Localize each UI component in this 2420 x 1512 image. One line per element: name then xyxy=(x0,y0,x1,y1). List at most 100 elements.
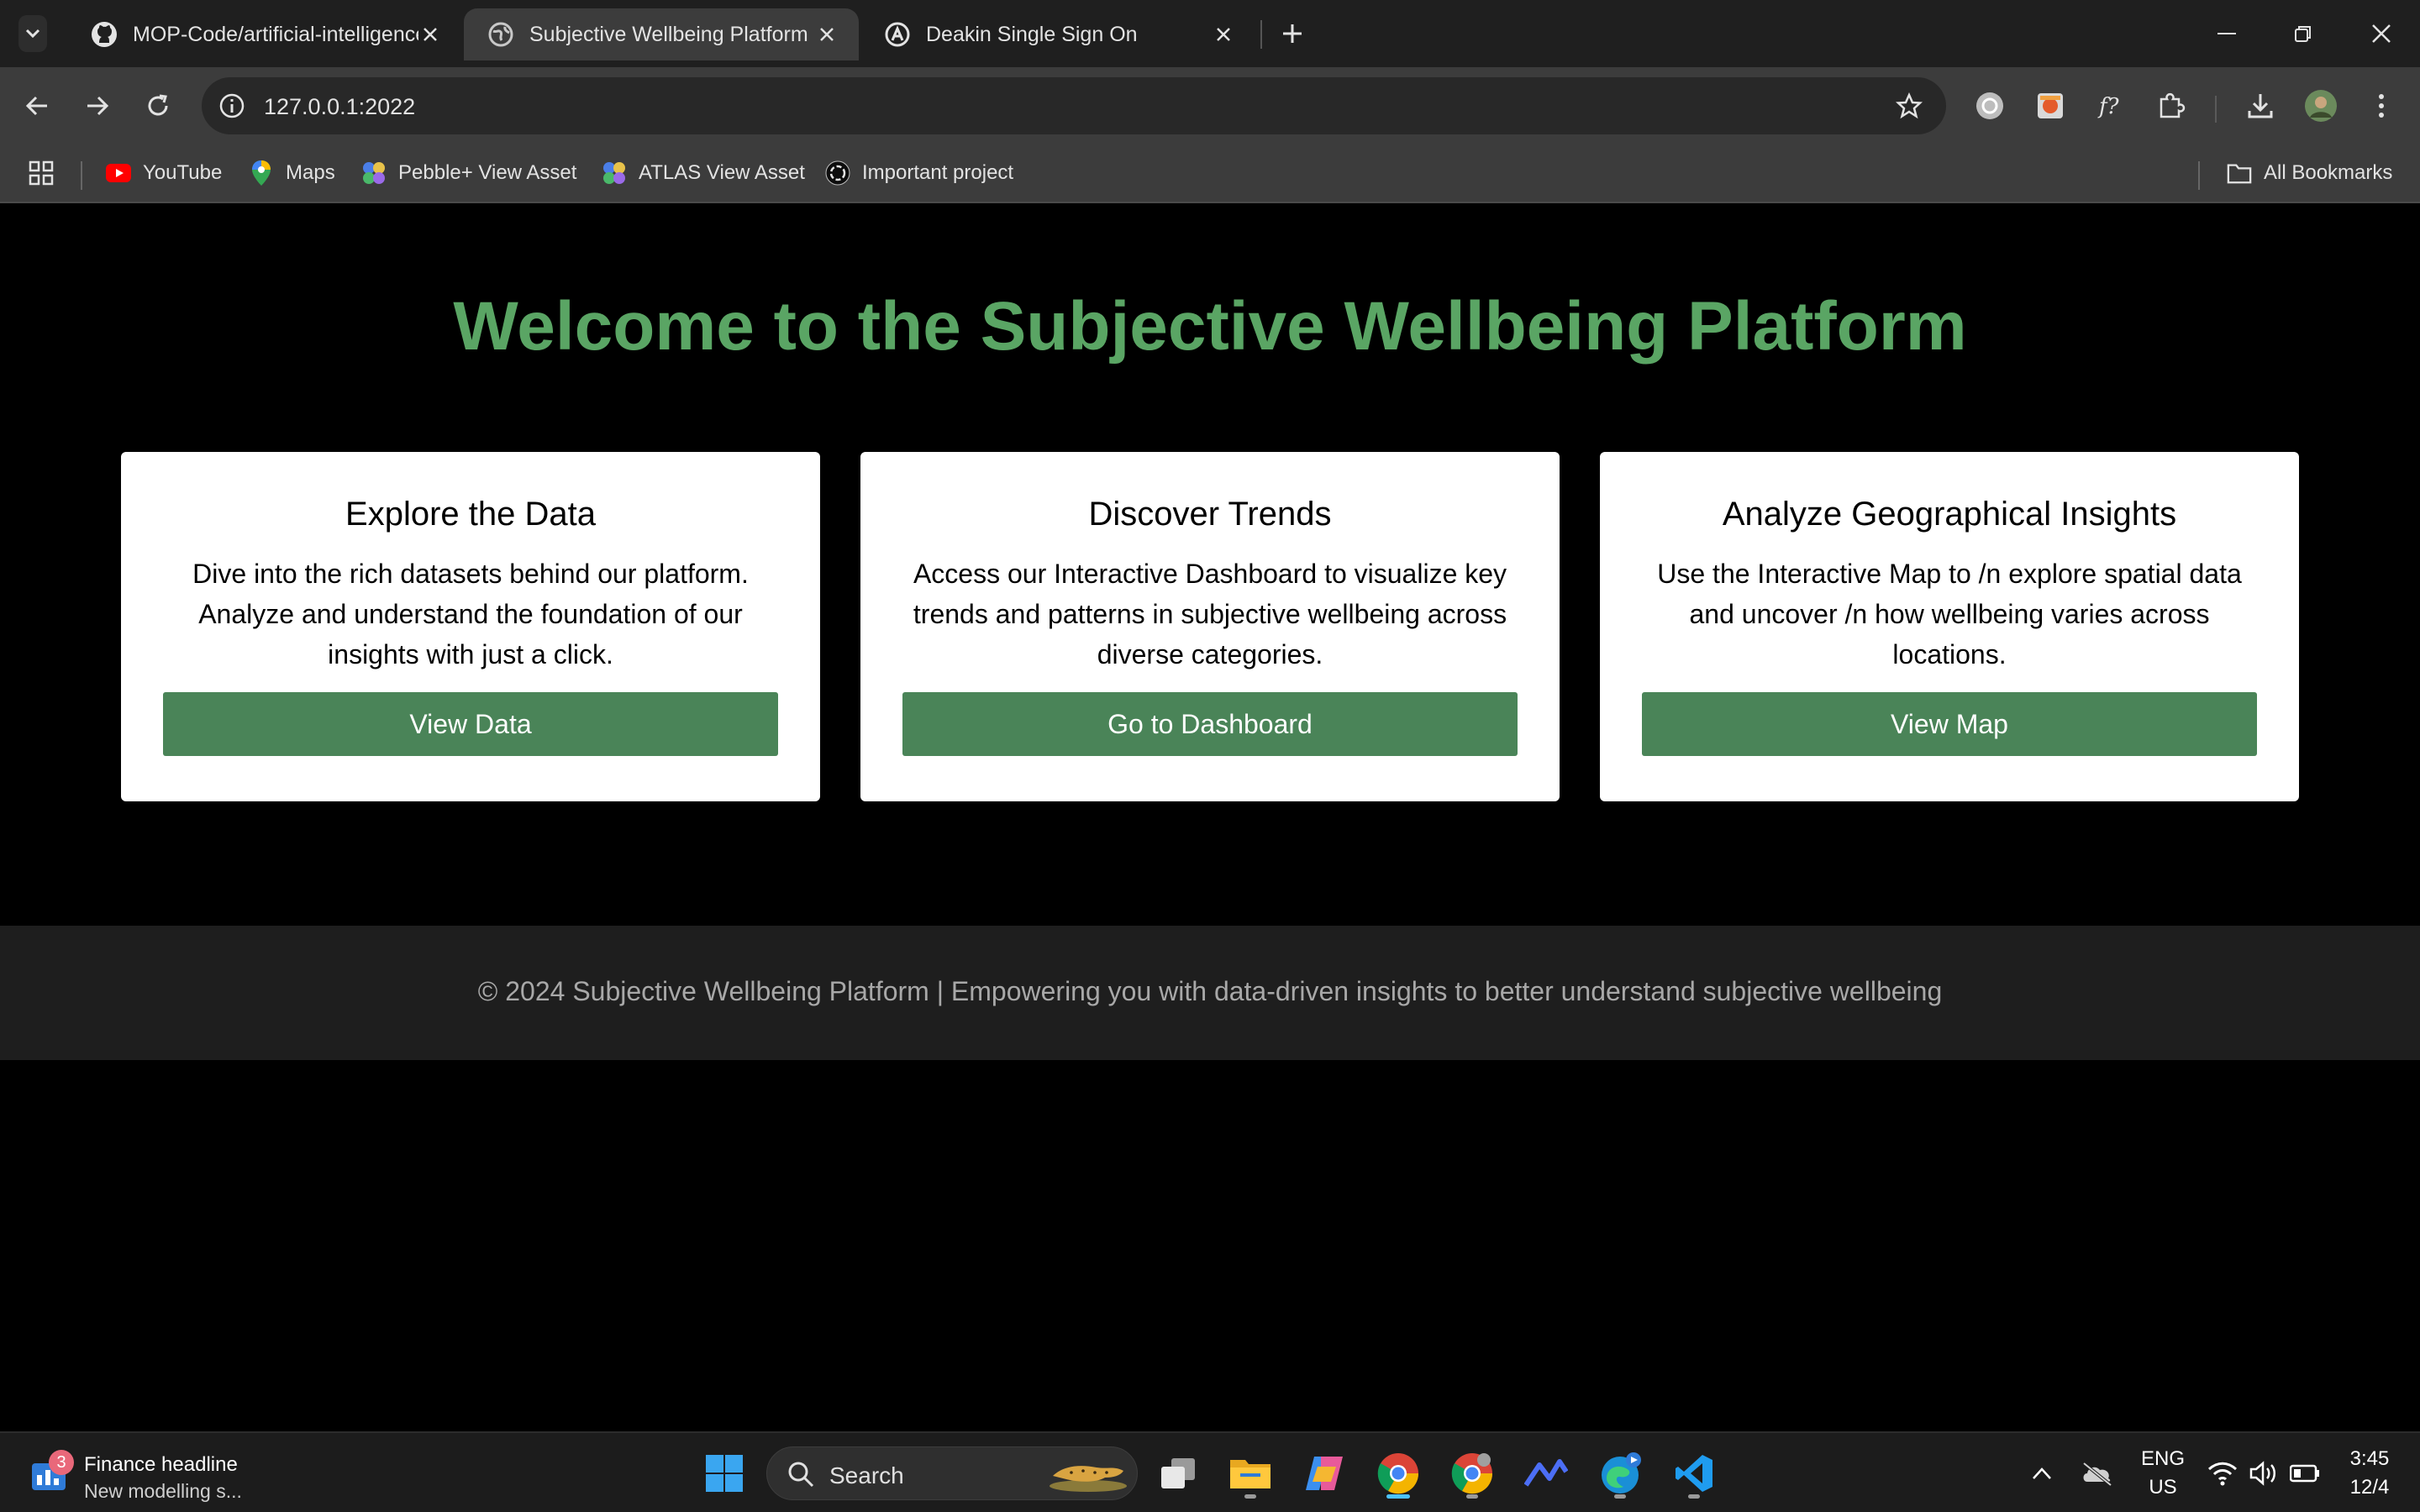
chrome-taskbar-button[interactable] xyxy=(1371,1446,1425,1500)
copilot-button[interactable] xyxy=(1297,1446,1351,1500)
close-window-button[interactable] xyxy=(2363,15,2400,52)
bookmark-atlas[interactable]: ATLAS View Asset xyxy=(602,158,805,188)
bookmark-maps[interactable]: Maps xyxy=(249,158,335,188)
clock-time: 3:45 xyxy=(2349,1447,2390,1470)
bookmark-youtube[interactable]: YouTube xyxy=(106,158,222,188)
url-text[interactable]: 127.0.0.1:2022 xyxy=(264,94,415,120)
bookmark-label: Important project xyxy=(862,161,1014,184)
address-bar[interactable]: 127.0.0.1:2022 xyxy=(202,77,1946,134)
active-indicator xyxy=(1386,1494,1410,1499)
arrow-left-icon xyxy=(25,96,47,116)
card-title: Discover Trends xyxy=(1088,496,1332,533)
battery-icon xyxy=(2290,1464,2319,1483)
tab-deakin-sso[interactable]: Deakin Single Sign On xyxy=(860,8,1255,60)
taskbar: 3 Finance headline New modelling s... Se… xyxy=(0,1431,2420,1512)
tab-github[interactable]: MOP-Code/artificial-intelligence xyxy=(67,8,462,60)
tab-subjective-wellbeing[interactable]: Subjective Wellbeing Platform xyxy=(464,8,859,60)
vscode-icon xyxy=(1676,1455,1712,1492)
toolbar-divider xyxy=(2215,96,2217,123)
site-info-icon[interactable] xyxy=(215,89,249,123)
extension-formula-icon[interactable]: f? xyxy=(2092,87,2129,124)
search-placeholder: Search xyxy=(829,1462,904,1488)
bookmarks-bar: YouTube Maps Pebble+ View Asset ATLAS Vi… xyxy=(0,144,2420,203)
task-view-button[interactable] xyxy=(1151,1446,1205,1500)
cloud-off-icon xyxy=(2082,1462,2112,1487)
all-bookmarks-button[interactable]: All Bookmarks xyxy=(2227,158,2392,188)
folder-icon xyxy=(1230,1460,1270,1488)
taskbar-search[interactable]: Search xyxy=(766,1446,1138,1500)
region-label: US xyxy=(2149,1476,2177,1499)
apps-grid-button[interactable] xyxy=(29,158,54,188)
show-hidden-icons-button[interactable] xyxy=(2017,1446,2067,1500)
extension-screenshot-icon[interactable] xyxy=(2032,87,2069,124)
chevron-up-icon xyxy=(2033,1467,2051,1479)
tab-search-button[interactable] xyxy=(18,15,47,52)
widget-subtitle: New modelling s... xyxy=(84,1480,242,1502)
bookmark-pebble[interactable]: Pebble+ View Asset xyxy=(361,158,576,188)
go-to-dashboard-button[interactable]: Go to Dashboard xyxy=(902,692,1518,756)
profile-avatar[interactable] xyxy=(2302,87,2339,124)
language-label: ENG xyxy=(2140,1447,2185,1470)
clock[interactable]: 3:45 12/4 xyxy=(2339,1445,2400,1502)
bookmark-label: YouTube xyxy=(143,161,223,184)
close-tab-icon[interactable] xyxy=(1210,21,1237,48)
plus-icon xyxy=(1283,24,1302,43)
close-tab-icon[interactable] xyxy=(813,21,840,48)
card-title: Analyze Geographical Insights xyxy=(1722,496,2177,533)
page-content: Welcome to the Subjective Wellbeing Plat… xyxy=(0,203,2420,1431)
openai-icon xyxy=(825,160,850,186)
bookmark-divider xyxy=(2198,161,2200,190)
new-tab-button[interactable] xyxy=(1276,17,1309,50)
running-indicator xyxy=(1614,1494,1626,1499)
svg-text:f?: f? xyxy=(2097,94,2120,119)
edge-button[interactable] xyxy=(1593,1446,1647,1500)
apps-grid-icon xyxy=(29,160,54,186)
bookmark-star-icon[interactable] xyxy=(1892,89,1926,123)
news-widget[interactable]: 3 Finance headline New modelling s... xyxy=(30,1445,299,1504)
clickup-button[interactable] xyxy=(1519,1446,1573,1500)
card-title: Explore the Data xyxy=(345,496,596,533)
wifi-icon xyxy=(2207,1462,2238,1486)
cheetah-search-art-icon xyxy=(1050,1466,1127,1492)
tab-title: MOP-Code/artificial-intelligence xyxy=(133,22,418,46)
chrome-icon xyxy=(1451,1453,1493,1494)
youtube-icon xyxy=(106,160,131,186)
tab-divider xyxy=(1260,20,1262,49)
onedrive-button[interactable] xyxy=(2072,1446,2123,1500)
chevron-down-icon xyxy=(25,29,40,39)
file-explorer-button[interactable] xyxy=(1223,1446,1277,1500)
running-indicator xyxy=(1688,1494,1700,1499)
extensions-puzzle-icon[interactable] xyxy=(2153,87,2190,124)
pebble-icon xyxy=(361,160,387,186)
card-description: Access our Interactive Dashboard to visu… xyxy=(913,559,1507,669)
screen: MOP-Code/artificial-intelligence Subject… xyxy=(0,0,2420,1512)
minimize-button[interactable] xyxy=(2208,15,2245,52)
vscode-button[interactable] xyxy=(1667,1446,1721,1500)
notification-badge: 3 xyxy=(49,1450,74,1475)
back-button[interactable] xyxy=(17,86,57,126)
restore-button[interactable] xyxy=(2285,15,2322,52)
maps-pin-icon xyxy=(249,160,274,186)
github-icon xyxy=(91,21,118,48)
page-title: Welcome to the Subjective Wellbeing Plat… xyxy=(453,288,1967,365)
chrome-icon xyxy=(1377,1453,1419,1494)
downloads-icon[interactable] xyxy=(2242,87,2279,124)
reload-button[interactable] xyxy=(138,86,178,126)
quick-settings-button[interactable] xyxy=(2196,1446,2331,1500)
start-button[interactable] xyxy=(697,1446,751,1500)
card-description: Use the Interactive Map to /n explore sp… xyxy=(1657,559,2242,669)
clickup-icon xyxy=(1524,1459,1568,1487)
sso-icon xyxy=(884,21,911,48)
browser-menu-icon[interactable] xyxy=(2363,87,2400,124)
close-tab-icon[interactable] xyxy=(417,21,444,48)
forward-button[interactable] xyxy=(77,86,118,126)
view-data-button[interactable]: View Data xyxy=(163,692,778,756)
bookmark-important-project[interactable]: Important project xyxy=(825,158,1013,188)
extension-grammarly-icon[interactable] xyxy=(1971,87,2008,124)
language-indicator[interactable]: ENG US xyxy=(2138,1445,2188,1502)
arrow-right-icon xyxy=(87,96,109,116)
page-footer: © 2024 Subjective Wellbeing Platform | E… xyxy=(0,926,2420,1060)
view-map-button[interactable]: View Map xyxy=(1642,692,2257,756)
card-explore-data: Explore the Data Dive into the rich data… xyxy=(121,452,820,801)
chrome-profile-taskbar-button[interactable] xyxy=(1445,1446,1499,1500)
